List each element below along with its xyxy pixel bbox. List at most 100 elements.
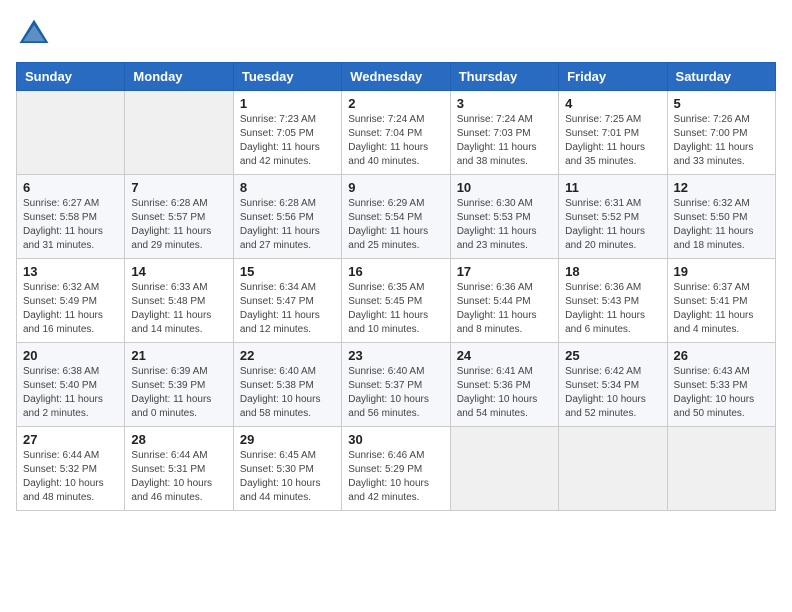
day-number: 11 [565, 180, 660, 195]
day-header-thursday: Thursday [450, 63, 558, 91]
day-number: 25 [565, 348, 660, 363]
calendar-cell: 24 Sunrise: 6:41 AM Sunset: 5:36 PM Dayli… [450, 343, 558, 427]
day-detail: Sunrise: 6:35 AM Sunset: 5:45 PM Dayligh… [348, 281, 443, 337]
day-number: 1 [240, 96, 335, 111]
day-number: 9 [348, 180, 443, 195]
day-header-monday: Monday [125, 63, 233, 91]
calendar-cell: 23 Sunrise: 6:40 AM Sunset: 5:37 PM Dayli… [342, 343, 450, 427]
day-number: 21 [131, 348, 226, 363]
calendar-cell: 9 Sunrise: 6:29 AM Sunset: 5:54 PM Daylig… [342, 175, 450, 259]
day-header-sunday: Sunday [17, 63, 125, 91]
calendar-cell: 28Sunrise: 6:44 AM Sunset: 5:31 PM Dayli… [125, 427, 233, 511]
logo [16, 16, 56, 52]
day-number: 13 [23, 264, 118, 279]
calendar-cell: 8 Sunrise: 6:28 AM Sunset: 5:56 PM Daylig… [233, 175, 341, 259]
day-detail: Sunrise: 7:24 AM Sunset: 7:03 PM Dayligh… [457, 113, 552, 169]
day-number: 6 [23, 180, 118, 195]
day-number: 8 [240, 180, 335, 195]
day-number: 3 [457, 96, 552, 111]
calendar-cell [450, 427, 558, 511]
day-number: 24 [457, 348, 552, 363]
day-header-wednesday: Wednesday [342, 63, 450, 91]
calendar-week-1: 1 Sunrise: 7:23 AM Sunset: 7:05 PM Daylig… [17, 91, 776, 175]
calendar-cell: 13 Sunrise: 6:32 AM Sunset: 5:49 PM Dayli… [17, 259, 125, 343]
calendar-cell: 7 Sunrise: 6:28 AM Sunset: 5:57 PM Daylig… [125, 175, 233, 259]
day-number: 18 [565, 264, 660, 279]
day-detail: Sunrise: 6:38 AM Sunset: 5:40 PM Dayligh… [23, 365, 118, 421]
day-number: 19 [674, 264, 769, 279]
day-number: 17 [457, 264, 552, 279]
calendar-week-5: 27 Sunrise: 6:44 AM Sunset: 5:32 PM Dayli… [17, 427, 776, 511]
calendar-week-2: 6 Sunrise: 6:27 AM Sunset: 5:58 PM Daylig… [17, 175, 776, 259]
calendar-cell: 22 Sunrise: 6:40 AM Sunset: 5:38 PM Dayli… [233, 343, 341, 427]
calendar-cell: 12Sunrise: 6:32 AM Sunset: 5:50 PM Dayli… [667, 175, 775, 259]
day-header-friday: Friday [559, 63, 667, 91]
calendar-cell: 30 Sunrise: 6:46 AM Sunset: 5:29 PM Dayli… [342, 427, 450, 511]
day-detail: Sunrise: 6:44 AM Sunset: 5:31 PM Dayligh… [131, 449, 226, 505]
day-detail: Sunrise: 6:28 AM Sunset: 5:56 PM Dayligh… [240, 197, 335, 253]
day-number: 30 [348, 432, 443, 447]
logo-icon [16, 16, 52, 52]
day-number: 26 [674, 348, 769, 363]
day-detail: Sunrise: 6:33 AM Sunset: 5:48 PM Dayligh… [131, 281, 226, 337]
calendar-cell: 25Sunrise: 6:42 AM Sunset: 5:34 PM Dayli… [559, 343, 667, 427]
day-detail: Sunrise: 7:23 AM Sunset: 7:05 PM Dayligh… [240, 113, 335, 169]
day-number: 4 [565, 96, 660, 111]
calendar-week-4: 20Sunrise: 6:38 AM Sunset: 5:40 PM Dayli… [17, 343, 776, 427]
calendar-cell [559, 427, 667, 511]
day-detail: Sunrise: 6:39 AM Sunset: 5:39 PM Dayligh… [131, 365, 226, 421]
day-detail: Sunrise: 6:36 AM Sunset: 5:44 PM Dayligh… [457, 281, 552, 337]
day-detail: Sunrise: 6:44 AM Sunset: 5:32 PM Dayligh… [23, 449, 118, 505]
calendar-cell: 10Sunrise: 6:30 AM Sunset: 5:53 PM Dayli… [450, 175, 558, 259]
calendar-cell: 17 Sunrise: 6:36 AM Sunset: 5:44 PM Dayli… [450, 259, 558, 343]
day-detail: Sunrise: 6:27 AM Sunset: 5:58 PM Dayligh… [23, 197, 118, 253]
day-detail: Sunrise: 6:46 AM Sunset: 5:29 PM Dayligh… [348, 449, 443, 505]
day-number: 27 [23, 432, 118, 447]
page-header [16, 16, 776, 52]
day-detail: Sunrise: 7:24 AM Sunset: 7:04 PM Dayligh… [348, 113, 443, 169]
day-detail: Sunrise: 6:43 AM Sunset: 5:33 PM Dayligh… [674, 365, 769, 421]
day-detail: Sunrise: 6:40 AM Sunset: 5:38 PM Dayligh… [240, 365, 335, 421]
calendar-cell: 21 Sunrise: 6:39 AM Sunset: 5:39 PM Dayli… [125, 343, 233, 427]
calendar-cell: 3 Sunrise: 7:24 AM Sunset: 7:03 PM Daylig… [450, 91, 558, 175]
calendar-cell: 16 Sunrise: 6:35 AM Sunset: 5:45 PM Dayli… [342, 259, 450, 343]
day-detail: Sunrise: 6:45 AM Sunset: 5:30 PM Dayligh… [240, 449, 335, 505]
calendar-cell: 29 Sunrise: 6:45 AM Sunset: 5:30 PM Dayli… [233, 427, 341, 511]
calendar-cell: 5Sunrise: 7:26 AM Sunset: 7:00 PM Daylig… [667, 91, 775, 175]
day-number: 16 [348, 264, 443, 279]
day-detail: Sunrise: 6:32 AM Sunset: 5:49 PM Dayligh… [23, 281, 118, 337]
calendar-cell: 18 Sunrise: 6:36 AM Sunset: 5:43 PM Dayli… [559, 259, 667, 343]
day-header-saturday: Saturday [667, 63, 775, 91]
day-number: 2 [348, 96, 443, 111]
day-number: 14 [131, 264, 226, 279]
day-detail: Sunrise: 6:28 AM Sunset: 5:57 PM Dayligh… [131, 197, 226, 253]
calendar-week-3: 13 Sunrise: 6:32 AM Sunset: 5:49 PM Dayli… [17, 259, 776, 343]
day-detail: Sunrise: 6:29 AM Sunset: 5:54 PM Dayligh… [348, 197, 443, 253]
calendar-table: SundayMondayTuesdayWednesdayThursdayFrid… [16, 62, 776, 511]
day-number: 7 [131, 180, 226, 195]
day-detail: Sunrise: 6:31 AM Sunset: 5:52 PM Dayligh… [565, 197, 660, 253]
day-number: 29 [240, 432, 335, 447]
calendar-cell: 14 Sunrise: 6:33 AM Sunset: 5:48 PM Dayli… [125, 259, 233, 343]
day-header-tuesday: Tuesday [233, 63, 341, 91]
calendar-cell: 6 Sunrise: 6:27 AM Sunset: 5:58 PM Daylig… [17, 175, 125, 259]
day-detail: Sunrise: 6:37 AM Sunset: 5:41 PM Dayligh… [674, 281, 769, 337]
day-detail: Sunrise: 6:32 AM Sunset: 5:50 PM Dayligh… [674, 197, 769, 253]
day-detail: Sunrise: 6:40 AM Sunset: 5:37 PM Dayligh… [348, 365, 443, 421]
calendar-cell: 15Sunrise: 6:34 AM Sunset: 5:47 PM Dayli… [233, 259, 341, 343]
day-number: 23 [348, 348, 443, 363]
calendar-cell: 27 Sunrise: 6:44 AM Sunset: 5:32 PM Dayli… [17, 427, 125, 511]
day-detail: Sunrise: 7:26 AM Sunset: 7:00 PM Dayligh… [674, 113, 769, 169]
calendar-cell: 26 Sunrise: 6:43 AM Sunset: 5:33 PM Dayli… [667, 343, 775, 427]
calendar-cell: 20Sunrise: 6:38 AM Sunset: 5:40 PM Dayli… [17, 343, 125, 427]
day-number: 22 [240, 348, 335, 363]
calendar-cell: 19 Sunrise: 6:37 AM Sunset: 5:41 PM Dayli… [667, 259, 775, 343]
day-detail: Sunrise: 6:36 AM Sunset: 5:43 PM Dayligh… [565, 281, 660, 337]
calendar-cell [125, 91, 233, 175]
day-detail: Sunrise: 7:25 AM Sunset: 7:01 PM Dayligh… [565, 113, 660, 169]
calendar-cell: 11 Sunrise: 6:31 AM Sunset: 5:52 PM Dayli… [559, 175, 667, 259]
calendar-cell [667, 427, 775, 511]
calendar-cell: 2 Sunrise: 7:24 AM Sunset: 7:04 PM Daylig… [342, 91, 450, 175]
header-row: SundayMondayTuesdayWednesdayThursdayFrid… [17, 63, 776, 91]
day-detail: Sunrise: 6:41 AM Sunset: 5:36 PM Dayligh… [457, 365, 552, 421]
